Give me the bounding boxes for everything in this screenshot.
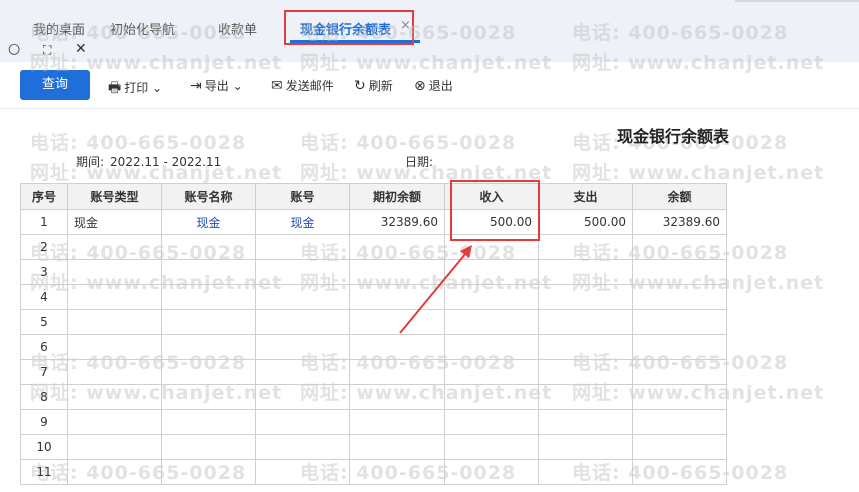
annotation-arrow <box>399 245 472 334</box>
